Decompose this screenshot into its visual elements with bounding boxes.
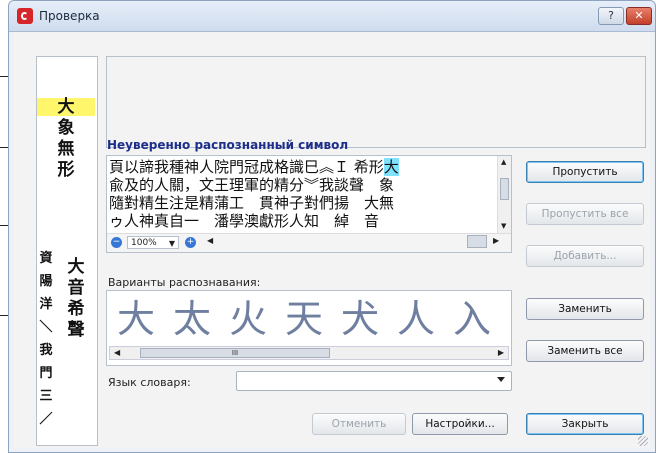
replace-all-button[interactable]: Заменить все (526, 340, 644, 362)
dictionary-language-select[interactable] (236, 371, 512, 391)
image-preview-panel (106, 56, 646, 148)
add-button[interactable]: Добавить... (526, 245, 644, 267)
text-line: 兪及的人關，文王理軍的精分︾我談聲 象 (109, 176, 395, 194)
scroll-left-icon[interactable]: ◀ (114, 348, 120, 357)
replace-button[interactable]: Заменить (526, 298, 644, 320)
title-bar: Проверка ? ✕ (9, 1, 655, 32)
recognized-text[interactable]: 頁以諦我種神人院門冠成格識巳︽Ｉ 希形大 兪及的人關，文王理軍的精分︾我談聲 象… (109, 158, 489, 230)
variants-row: 大 太 火 天 犬 人 入 (111, 297, 497, 341)
strip-side-column: 資 陽 洋 ＼ 我 門 三 ／ (37, 247, 55, 431)
dialog-body: 大 象 無 形 資 陽 洋 ＼ 我 門 三 ／ 大 音 希 聲 Неуверен… (14, 32, 650, 448)
text-line: 頁以諦我種神人院門冠成格識巳︽Ｉ 希形 (109, 158, 384, 176)
settings-button[interactable]: Настройки... (412, 413, 508, 435)
strip-glyph: 音 (67, 278, 85, 298)
variant-item[interactable]: 大 (111, 297, 161, 341)
zoom-select[interactable]: 100% ▼ (127, 236, 179, 249)
text-view-statusbar: − 100% ▼ + ◀ ▶ (107, 233, 511, 252)
scroll-right-icon[interactable]: ▶ (498, 348, 504, 357)
text-line: 隨對精生注是精蒲工 貫神子對們揚 大無 (109, 194, 395, 212)
scroll-down-icon[interactable]: ▼ (501, 222, 506, 230)
variant-item[interactable]: 天 (279, 297, 329, 341)
strip-glyph: 無 (57, 139, 75, 159)
resize-grip-icon[interactable] (638, 436, 648, 446)
strip-glyph: 陽 (39, 274, 53, 289)
strip-bottom-column: 大 音 希 聲 (57, 257, 95, 341)
chevron-down-icon: ▼ (168, 239, 175, 248)
image-strip[interactable]: 大 象 無 形 資 陽 洋 ＼ 我 門 三 ／ 大 音 希 聲 (36, 56, 98, 446)
text-line: ゥ人神真自一 潘學澳獻形人知 綽 音 (109, 212, 380, 230)
variants-label: Варианты распознавания: (108, 276, 261, 289)
close-button[interactable]: Закрыть (526, 413, 644, 435)
strip-glyph: 聲 (67, 320, 85, 340)
zoom-in-icon[interactable]: + (185, 237, 196, 248)
verification-dialog: Проверка ? ✕ 大 象 無 形 資 陽 洋 ＼ 我 門 三 ／ 大 音… (8, 0, 656, 453)
variant-item[interactable]: 入 (447, 297, 497, 341)
dictionary-label: Язык словаря: (108, 376, 191, 389)
strip-glyph: 形 (57, 160, 75, 180)
zoom-value: 100% (131, 238, 157, 248)
close-window-button[interactable]: ✕ (626, 7, 652, 25)
text-vertical-scrollbar[interactable]: ▲ ▼ (497, 156, 511, 234)
strip-glyph: ＼ (39, 320, 53, 335)
strip-glyph: 希 (67, 299, 85, 319)
h-scroll-thumb[interactable] (467, 235, 487, 248)
strip-glyph: 資 (39, 251, 53, 266)
recognition-variants-list[interactable]: 大 太 火 天 犬 人 入 ◀ III ▶ (106, 290, 512, 366)
undo-button[interactable]: Отменить (312, 413, 406, 435)
skip-all-button[interactable]: Пропустить все (526, 203, 644, 225)
app-logo-icon (17, 8, 33, 24)
variant-item[interactable]: 人 (391, 297, 441, 341)
help-button[interactable]: ? (598, 7, 624, 25)
strip-top-column: 大 象 無 形 (47, 97, 85, 181)
strip-glyph: 我 (39, 343, 53, 358)
strip-glyph: ／ (39, 412, 53, 427)
strip-glyph: 三 (39, 389, 53, 404)
chevron-down-icon (497, 377, 505, 382)
variants-horizontal-scrollbar[interactable]: ◀ III ▶ (109, 346, 509, 360)
strip-glyph: 門 (39, 366, 53, 381)
variant-item[interactable]: 犬 (335, 297, 385, 341)
scroll-thumb[interactable] (500, 178, 509, 200)
scroll-thumb[interactable]: III (140, 348, 330, 358)
skip-button[interactable]: Пропустить (526, 161, 644, 183)
scroll-up-icon[interactable]: ▲ (501, 158, 506, 166)
strip-glyph: 大 (67, 257, 85, 277)
strip-glyph: 洋 (39, 297, 53, 312)
recognized-text-view[interactable]: 頁以諦我種神人院門冠成格識巳︽Ｉ 希形大 兪及的人關，文王理軍的精分︾我談聲 象… (106, 155, 512, 253)
variant-item[interactable]: 火 (223, 297, 273, 341)
scroll-right-icon[interactable]: ▶ (493, 236, 499, 245)
strip-glyph: 象 (57, 118, 75, 138)
highlighted-char: 大 (383, 158, 399, 176)
uncertain-symbol-heading: Неуверенно распознанный символ (107, 138, 349, 152)
strip-glyph: 大 (57, 97, 75, 117)
scroll-left-icon[interactable]: ◀ (207, 236, 213, 245)
window-title: Проверка (39, 9, 100, 23)
zoom-out-icon[interactable]: − (111, 237, 122, 248)
variant-item[interactable]: 太 (167, 297, 217, 341)
